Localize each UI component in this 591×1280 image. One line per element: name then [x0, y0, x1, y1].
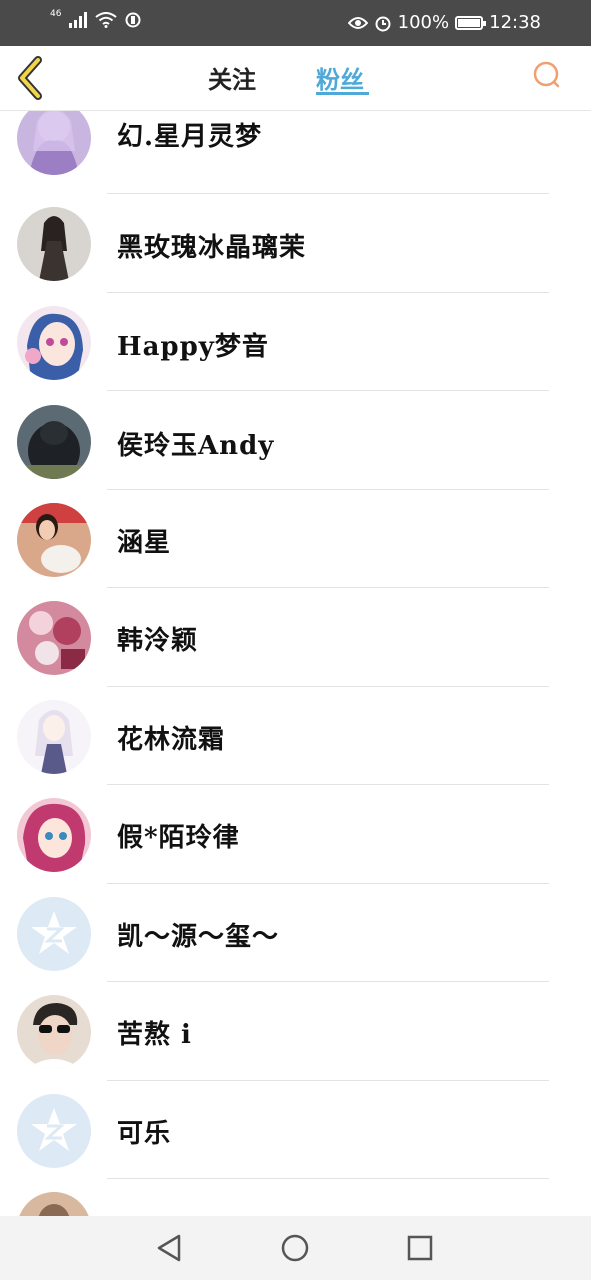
avatar: [17, 897, 91, 971]
square-recents-icon: [407, 1235, 433, 1261]
nav-home-button[interactable]: [277, 1230, 313, 1266]
fan-name: 凯～源～玺～: [117, 922, 280, 952]
signal-icon: [69, 12, 88, 28]
tab-fans[interactable]: 粉丝: [316, 60, 364, 95]
list-item[interactable]: 假*陌玲律: [0, 785, 591, 884]
fan-name: 黑玫瑰冰晶璃茉: [117, 233, 307, 263]
status-right: 100% 12:38: [347, 12, 541, 33]
list-item[interactable]: [0, 1179, 591, 1216]
battery-percent: 100%: [397, 12, 450, 33]
list-item[interactable]: 黑玫瑰冰晶璃茉: [0, 194, 591, 293]
list-item[interactable]: 苦熬 i: [0, 982, 591, 1081]
back-button[interactable]: [12, 54, 52, 102]
tab-following[interactable]: 关注: [208, 60, 256, 95]
avatar: [17, 995, 91, 1069]
triangle-back-icon: [157, 1234, 181, 1262]
list-item[interactable]: 侯玲玉Andy: [0, 391, 591, 490]
fan-name: 假*陌玲律: [117, 823, 240, 853]
search-icon: [533, 61, 560, 88]
avatar: [17, 207, 91, 281]
avatar: [17, 306, 91, 380]
list-item[interactable]: 花林流霜: [0, 687, 591, 785]
eye-icon: [347, 16, 368, 29]
fan-name: 韩泠颖: [117, 626, 199, 656]
circle-home-icon: [281, 1234, 309, 1262]
clock: 12:38: [489, 12, 541, 33]
data-saver-icon: [125, 12, 141, 28]
avatar: [17, 1192, 91, 1216]
list-item[interactable]: 韩泠颖: [0, 588, 591, 687]
header-bar: 关注 粉丝: [0, 46, 591, 111]
fan-name: 可乐: [117, 1119, 172, 1149]
fan-name: Happy梦音: [117, 332, 269, 362]
fans-list: 幻.星月灵梦 黑玫瑰冰晶璃茉 Happy梦音 侯玲玉Andy 涵星 韩泠颖 花林…: [0, 111, 591, 1216]
search-button[interactable]: [531, 60, 563, 92]
avatar: [17, 700, 91, 774]
nav-recents-button[interactable]: [402, 1230, 438, 1266]
battery-icon: [455, 15, 487, 30]
fan-name: 苦熬 i: [117, 1020, 192, 1050]
fan-name: 幻.星月灵梦: [117, 122, 263, 152]
list-item[interactable]: 可乐: [0, 1081, 591, 1179]
avatar: [17, 503, 91, 577]
system-nav-bar: [0, 1216, 591, 1280]
list-item[interactable]: Happy梦音: [0, 293, 591, 391]
avatar: [17, 798, 91, 872]
avatar: [17, 601, 91, 675]
avatar: [17, 111, 91, 175]
active-tab-indicator: [316, 92, 369, 95]
wifi-icon: [95, 12, 118, 28]
list-item[interactable]: 凯～源～玺～: [0, 884, 591, 982]
avatar: [17, 1094, 91, 1168]
qq-default-avatar-icon: [17, 897, 91, 971]
list-item[interactable]: 幻.星月灵梦: [0, 111, 591, 194]
status-bar: 46 100% 12:38: [0, 0, 591, 46]
alarm-icon: [375, 16, 391, 31]
fan-name: 涵星: [117, 528, 172, 558]
chevron-left-icon: [18, 56, 42, 100]
qq-default-avatar-icon: [17, 1094, 91, 1168]
nav-back-button[interactable]: [151, 1230, 187, 1266]
status-left: 46: [50, 9, 141, 28]
avatar: [17, 405, 91, 479]
fan-name: 侯玲玉Andy: [117, 431, 275, 461]
list-item[interactable]: 涵星: [0, 490, 591, 588]
network-type: 46: [50, 9, 62, 19]
fan-name: 花林流霜: [117, 725, 226, 755]
